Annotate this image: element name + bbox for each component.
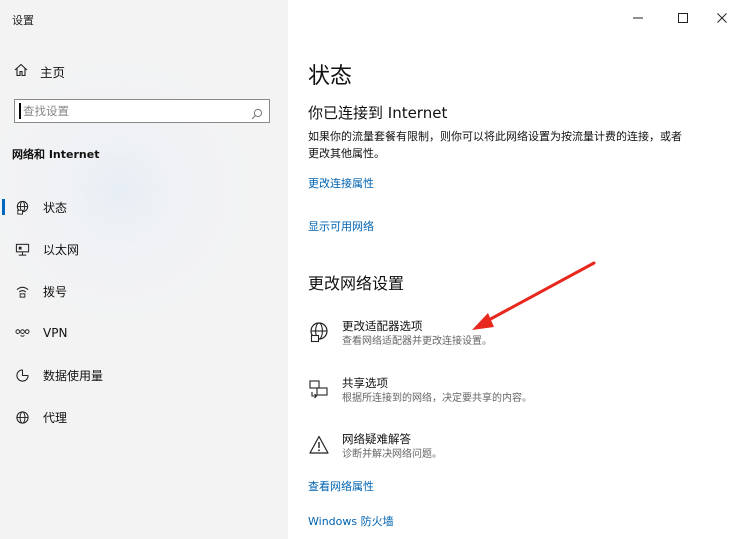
close-button[interactable] (702, 6, 738, 30)
show-available-networks-link[interactable]: 显示可用网络 (308, 218, 374, 234)
home-icon (14, 63, 40, 80)
sidebar-item-label: VPN (43, 326, 68, 340)
warning-icon (308, 434, 330, 456)
sidebar-item-label: 状态 (43, 200, 68, 215)
sidebar: 设置 主页 网络和 Internet 状态 (0, 0, 288, 539)
option-subtitle: 查看网络适配器并更改连接设置。 (342, 336, 492, 347)
page-title: 状态 (308, 64, 353, 89)
sidebar-item-ethernet[interactable]: 以太网 (0, 228, 288, 270)
close-icon (717, 13, 727, 23)
sidebar-nav: 状态 以太网 拨号 VPN 数据使用量 代理 (0, 186, 288, 438)
sidebar-item-label: 拨号 (43, 284, 68, 299)
search-input[interactable] (21, 104, 223, 118)
sidebar-item-data-usage[interactable]: 数据使用量 (0, 354, 288, 396)
option-subtitle: 诊断并解决网络问题。 (342, 449, 442, 460)
search-icon[interactable] (251, 105, 263, 124)
minimize-button[interactable] (618, 6, 658, 30)
connection-status-title: 你已连接到 Internet (308, 104, 448, 122)
sharing-options[interactable]: 共享选项 根据所连接到的网络，决定要共享的内容。 (308, 376, 532, 406)
sidebar-item-label: 以太网 (43, 242, 80, 257)
maximize-button[interactable] (663, 6, 703, 30)
settings-window: 设置 主页 网络和 Internet 状态 (0, 0, 738, 539)
change-connection-properties-link[interactable]: 更改连接属性 (308, 175, 374, 191)
change-adapter-options[interactable]: 更改适配器选项 查看网络适配器并更改连接设置。 (308, 319, 492, 349)
data-usage-icon (14, 367, 30, 383)
option-subtitle: 根据所连接到的网络，决定要共享的内容。 (342, 393, 532, 404)
option-title: 网络疑难解答 (342, 432, 411, 446)
minimize-icon (633, 17, 643, 19)
connection-description: 如果你的流量套餐有限制，则你可以将此网络设置为按流量计费的连接，或者更改其他属性… (308, 130, 682, 160)
sidebar-item-vpn[interactable]: VPN (0, 312, 288, 354)
windows-firewall-link[interactable]: Windows 防火墙 (308, 513, 394, 529)
sidebar-home[interactable]: 主页 (14, 60, 65, 82)
change-network-settings-heading: 更改网络设置 (308, 274, 405, 293)
ethernet-icon (14, 241, 30, 257)
status-globe-icon (14, 199, 30, 215)
window-title: 设置 (12, 14, 34, 27)
sidebar-item-label: 数据使用量 (43, 368, 104, 383)
vpn-icon (14, 325, 30, 341)
proxy-globe-icon (14, 409, 30, 425)
option-title: 共享选项 (342, 376, 388, 390)
sidebar-item-proxy[interactable]: 代理 (0, 396, 288, 438)
home-label: 主页 (40, 64, 66, 80)
view-network-properties-link[interactable]: 查看网络属性 (308, 478, 374, 494)
maximize-icon (678, 13, 688, 23)
dialup-icon (14, 283, 30, 299)
sidebar-item-status[interactable]: 状态 (0, 186, 288, 228)
sidebar-item-dialup[interactable]: 拨号 (0, 270, 288, 312)
adapter-globe-icon (308, 321, 330, 343)
sharing-icon (308, 378, 330, 400)
search-box[interactable] (14, 99, 270, 123)
sidebar-section-title: 网络和 Internet (12, 148, 100, 161)
option-title: 更改适配器选项 (342, 319, 423, 333)
network-troubleshooter[interactable]: 网络疑难解答 诊断并解决网络问题。 (308, 432, 442, 462)
sidebar-item-label: 代理 (43, 410, 68, 425)
